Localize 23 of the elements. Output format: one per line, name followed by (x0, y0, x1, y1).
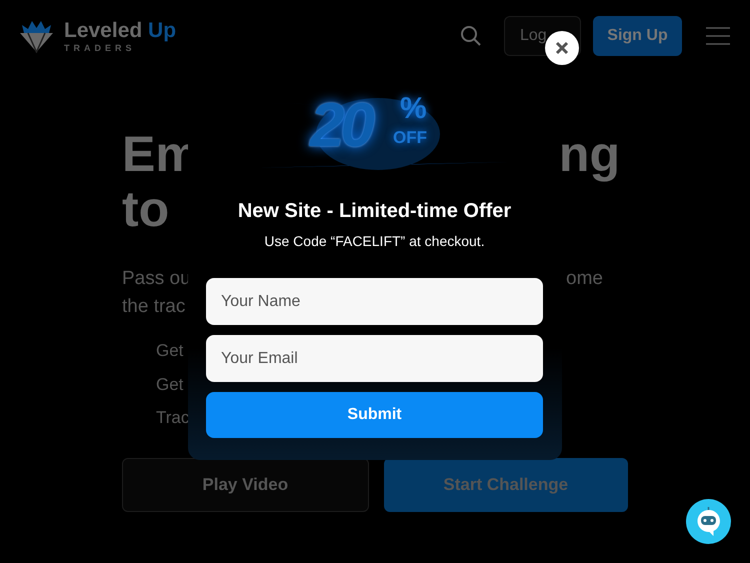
logo-subtitle: TRADERS (64, 42, 137, 52)
list-item-text: Get (156, 374, 184, 394)
heading-fragment: to (122, 181, 170, 237)
search-icon[interactable] (460, 25, 482, 47)
close-icon (555, 41, 569, 55)
start-challenge-button[interactable]: Start Challenge (384, 458, 628, 512)
popup-title: New Site - Limited-time Offer (238, 200, 512, 223)
popup-subtitle: Use Code “FACELIFT” at checkout. (264, 233, 485, 249)
list-item-text: Get (156, 341, 184, 360)
menu-icon[interactable] (706, 27, 730, 45)
input-field[interactable]: Your Email (206, 335, 543, 382)
logo-icon (18, 19, 55, 53)
input-field[interactable]: Your Name (206, 278, 543, 325)
paragraph-fragment: ome (566, 267, 603, 291)
list-item-text: Trac (156, 408, 190, 427)
paragraph-fragment: the trac (122, 296, 186, 317)
heading-fragment: ng (558, 127, 620, 182)
chatbot-icon[interactable] (686, 499, 731, 544)
close-button[interactable] (545, 31, 579, 65)
signup-button[interactable]: Sign Up (593, 16, 682, 56)
logo-text: Leveled Up (64, 20, 176, 40)
submit-button[interactable]: Submit (206, 392, 543, 438)
play-video-button[interactable]: Play Video (122, 458, 368, 512)
